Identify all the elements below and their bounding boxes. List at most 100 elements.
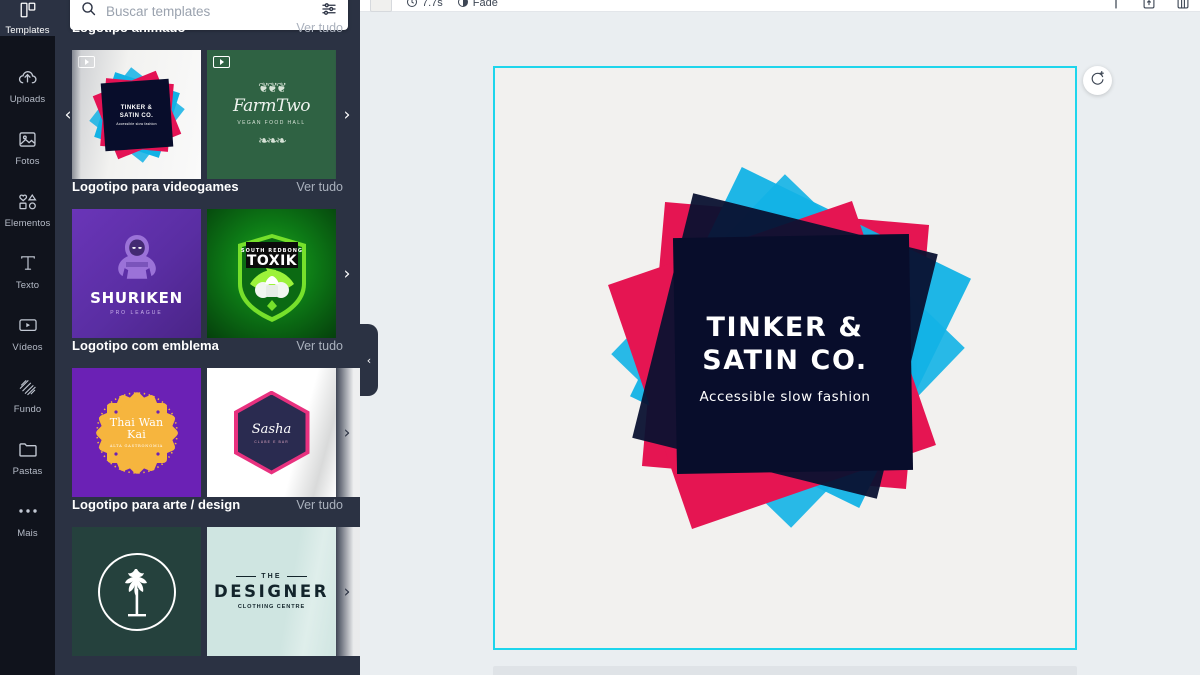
section-title: Logotipo para videogames [72,179,239,194]
upload-cloud-icon [17,65,38,89]
duration-control[interactable]: 7.7s [406,0,443,11]
carousel: Thai Wan Kai ALTA GASTRONOMIA Sasha CLUB… [55,368,360,497]
section-logotipo-animado: Logotipo animado Ver tudo TINKER & SATIN… [55,20,360,179]
section-header: Logotipo com emblema Ver tudo [55,338,360,368]
sasha-brand: Sasha [251,421,292,437]
next-page-placeholder[interactable] [493,666,1077,675]
template-sections: Logotipo animado Ver tudo TINKER & SATIN… [55,20,360,675]
sidebar-label-fundo: Fundo [13,404,42,415]
sidebar-label-mais: Mais [17,528,38,539]
transition-icon [457,0,469,11]
topbar-right-group [1110,0,1190,10]
brand-tagline[interactable]: Accessible slow fashion [575,389,995,405]
mini-logo: TINKER & SATIN CO. Accessible slow fashio… [88,66,185,163]
templates-panel: Logotipo animado Ver tudo [55,0,360,675]
sidebar-item-fotos[interactable]: Fotos [0,116,55,178]
carousel-next-button[interactable]: › [334,50,360,179]
template-card-thai-wan-kai[interactable]: Thai Wan Kai ALTA GASTRONOMIA [72,368,201,497]
section-logotipo-videogames: Logotipo para videogames Ver tudo SHURIK… [55,179,360,338]
design-canvas[interactable]: TINKER & SATIN CO. Accessible slow fashi… [493,66,1077,650]
sidebar-item-templates[interactable]: Templates [0,0,55,36]
sidebar-label-uploads: Uploads [9,94,46,105]
hexagon-emblem-icon: Sasha CLUBE E BAR [233,390,310,475]
brand-line-1[interactable]: TINKER & [575,311,995,344]
editor-topbar: 7.7s Fade [360,0,1200,12]
see-all-link[interactable]: Ver tudo [296,180,343,194]
sidebar-item-videos[interactable]: Vídeos [0,302,55,364]
carousel: TINKER & SATIN CO. Accessible slow fashio… [55,50,360,179]
sidebar-item-texto[interactable]: Texto [0,240,55,302]
template-card-toxik[interactable]: SOUTH REDBONG TOXIK [207,209,336,338]
see-all-link[interactable]: Ver tudo [296,498,343,512]
section-logotipo-arte-design: Logotipo para arte / design Ver tudo THE… [55,497,360,656]
page-thumbnail[interactable] [370,0,392,12]
sidebar-label-elementos: Elementos [4,218,51,229]
see-all-link[interactable]: Ver tudo [296,339,343,353]
sidebar-item-elementos[interactable]: Elementos [0,178,55,240]
logo-text-group[interactable]: TINKER & SATIN CO. Accessible slow fashi… [575,311,995,405]
sasha-tagline: CLUBE E BAR [254,439,289,444]
template-card-farmtwo-animated[interactable]: ❦❦❦ FarmTwo VEGAN FOOD HALL ❧❧❧ [207,50,336,179]
panel-collapse-button[interactable]: ‹ [360,324,378,396]
section-header: Logotipo animado Ver tudo [55,20,360,50]
sidebar-item-pastas[interactable]: Pastas [0,426,55,488]
regenerate-animation-button[interactable] [1083,66,1112,95]
see-all-link[interactable]: Ver tudo [296,21,343,35]
upload-export-icon[interactable] [1142,0,1156,10]
mini-brand: TINKER & SATIN CO. [119,104,154,119]
thai-brand: Thai Wan Kai [109,416,164,441]
topbar-left-group: 7.7s Fade [370,0,498,12]
brand-line-2[interactable]: SATIN CO. [575,344,995,377]
sidebar-label-templates: Templates [5,25,50,36]
shapes-icon [17,189,39,213]
more-dots-icon [17,499,39,523]
position-icon[interactable] [1110,0,1122,10]
canva-editor: Templates Uploads Fotos Elementos Texto … [0,0,1200,675]
designer-tagline: CLOTHING CENTRE [237,604,306,610]
leaf-ornament-bottom-icon: ❧❧❧ [258,133,287,149]
sidebar-label-videos: Vídeos [12,342,43,353]
carousel-next-button[interactable]: › [334,527,360,656]
template-card-shuriken[interactable]: SHURIKEN PRO LEAGUE [72,209,201,338]
left-rail: Templates Uploads Fotos Elementos Texto … [0,0,55,675]
video-badge-icon [213,56,230,68]
card-row: Thai Wan Kai ALTA GASTRONOMIA Sasha CLUB… [72,368,343,497]
template-card-the-designer[interactable]: THE DESIGNER CLOTHING CENTRE [207,527,336,656]
sidebar-label-fotos: Fotos [15,156,40,167]
templates-icon [19,1,37,24]
text-t-icon [18,251,38,275]
transition-value: Fade [472,0,498,9]
logo-artwork[interactable]: TINKER & SATIN CO. Accessible slow fashi… [575,148,995,568]
section-title: Logotipo para arte / design [72,497,241,512]
carousel-prev-button[interactable]: ‹ [55,50,81,179]
editor-main: 7.7s Fade TINKER & SATIN CO. Accessible … [360,0,1200,675]
template-card-tree-emblem[interactable] [72,527,201,656]
template-card-sasha[interactable]: Sasha CLUBE E BAR [207,368,336,497]
folder-icon [17,437,39,461]
farm-brand: FarmTwo [232,95,311,116]
search-input[interactable] [106,3,320,19]
search-icon [80,0,97,22]
carousel-next-button[interactable]: › [334,368,360,497]
section-title: Logotipo com emblema [72,338,219,353]
card-row: THE DESIGNER CLOTHING CENTRE [72,527,343,656]
photo-icon [17,127,38,151]
designer-brand: DESIGNER [213,582,330,601]
video-icon [17,313,39,337]
card-row: TINKER & SATIN CO. Accessible slow fashio… [72,50,343,179]
sidebar-item-mais[interactable]: Mais [0,488,55,550]
template-card-tinker-satin-animated[interactable]: TINKER & SATIN CO. Accessible slow fashio… [72,50,201,179]
sidebar-item-uploads[interactable]: Uploads [0,54,55,116]
carousel-next-button[interactable]: › [334,209,360,338]
page-layout-icon[interactable] [1176,0,1190,10]
sidebar-item-fundo[interactable]: Fundo [0,364,55,426]
section-header: Logotipo para arte / design Ver tudo [55,497,360,527]
sidebar-label-pastas: Pastas [12,466,43,477]
ninja-mascot-icon [110,232,164,288]
tree-emblem-icon [97,552,176,631]
designer-pretitle: THE [236,573,307,580]
sidebar-label-videos-text: Texto [15,280,40,291]
canvas-shell: TINKER & SATIN CO. Accessible slow fashi… [493,66,1077,650]
transition-control[interactable]: Fade [457,0,498,11]
clock-icon [406,0,418,11]
